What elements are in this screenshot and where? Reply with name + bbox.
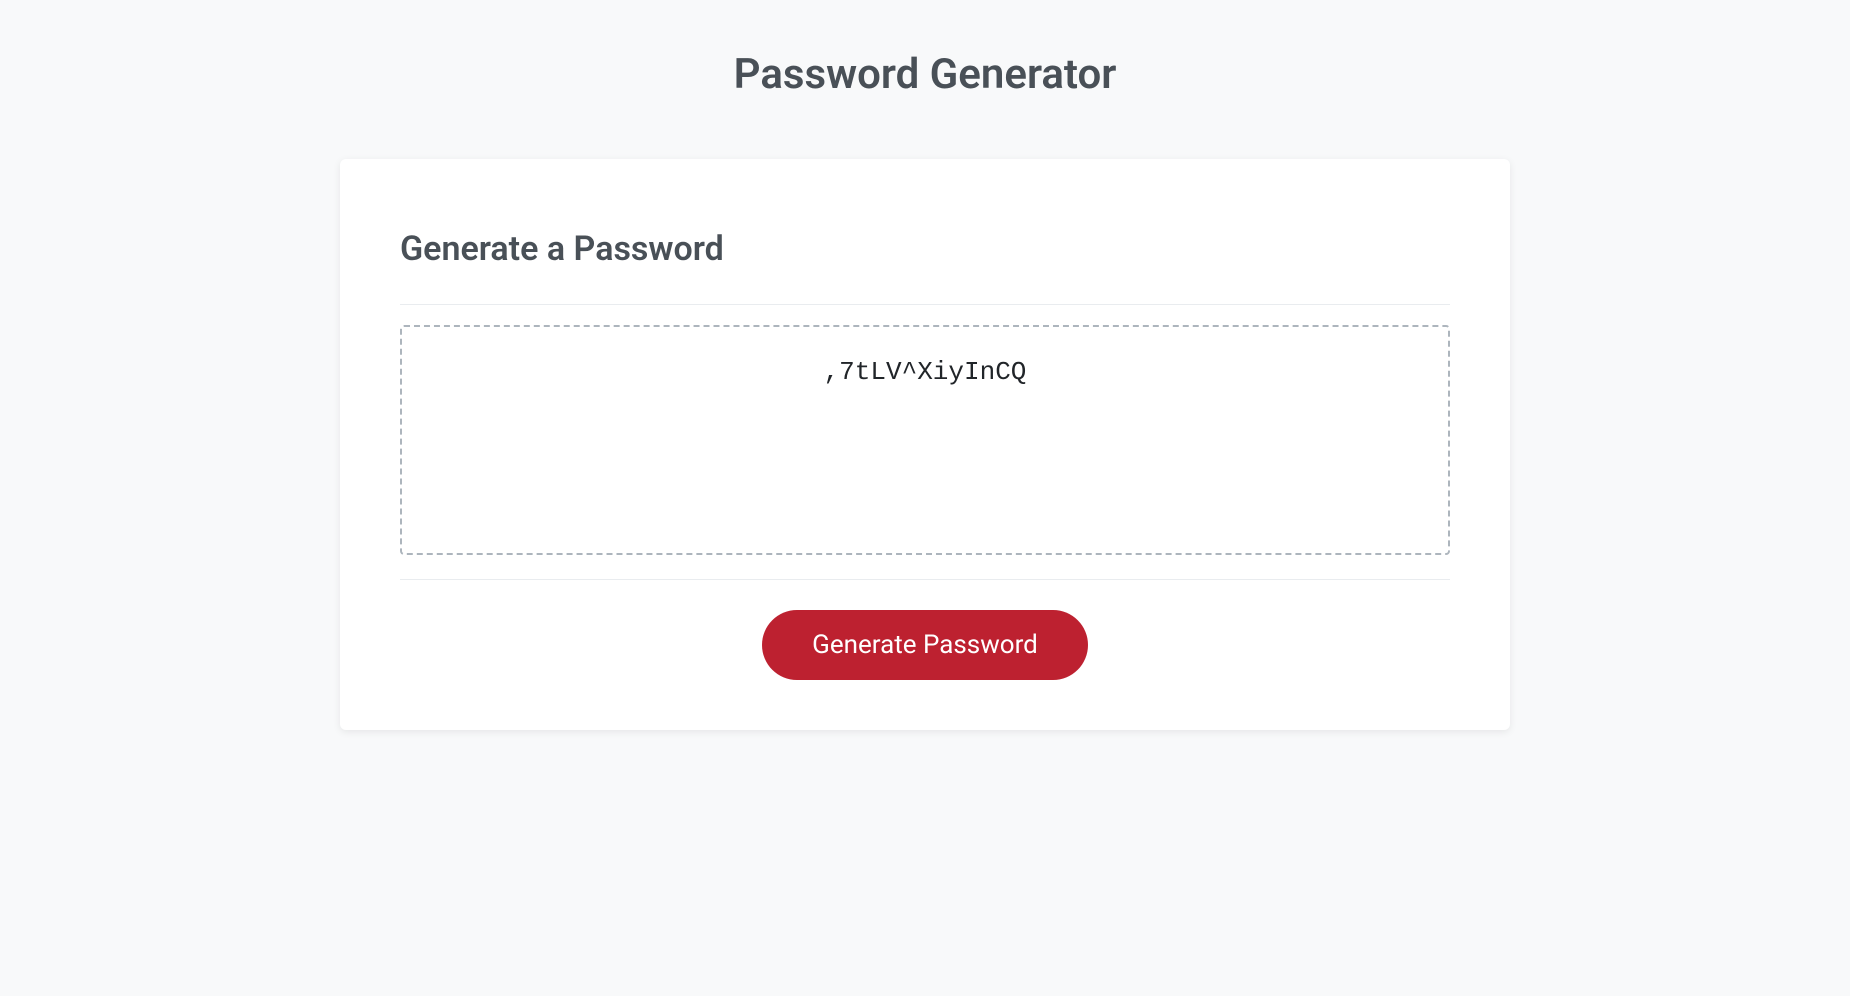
divider-bottom [400, 579, 1450, 580]
password-output[interactable] [400, 325, 1450, 555]
button-wrapper: Generate Password [400, 610, 1450, 680]
card-heading: Generate a Password [400, 229, 1450, 269]
generate-password-button[interactable]: Generate Password [762, 610, 1088, 680]
page-title: Password Generator [340, 0, 1510, 159]
divider-top [400, 304, 1450, 305]
generator-card: Generate a Password Generate Password [340, 159, 1510, 730]
main-container: Password Generator Generate a Password G… [325, 0, 1525, 730]
